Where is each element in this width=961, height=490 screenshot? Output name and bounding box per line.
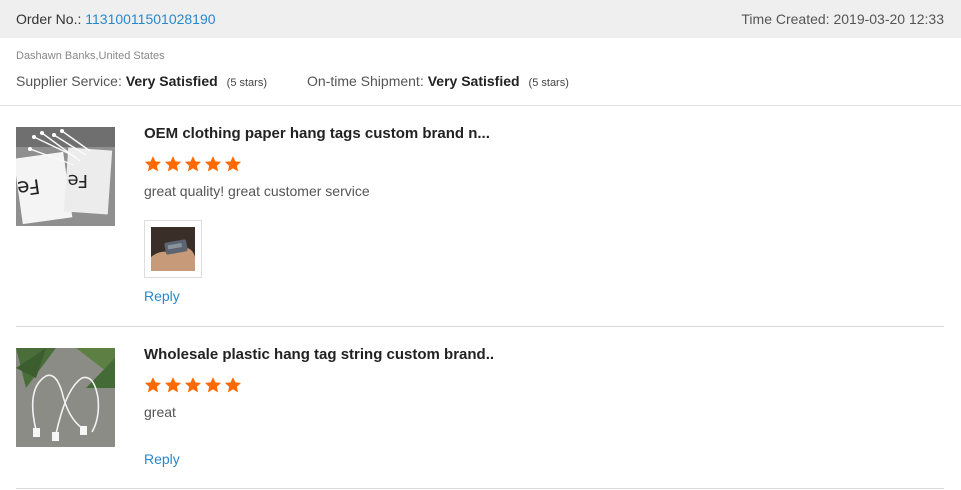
reply-link[interactable]: Reply: [144, 451, 180, 467]
on-time-shipment-value: Very Satisfied: [427, 73, 520, 89]
star-icon: [204, 156, 222, 172]
review-comment: great: [144, 404, 176, 420]
star-icon: [144, 156, 162, 172]
plastic-hang-tag-image: [16, 348, 115, 447]
product-thumbnail[interactable]: [16, 348, 115, 447]
section-divider: [0, 105, 961, 106]
star-icon: [184, 377, 202, 393]
star-icon: [164, 156, 182, 172]
star-icon: [164, 377, 182, 393]
review-comment: great quality! great customer service: [144, 183, 370, 199]
time-created: Time Created: 2019-03-20 12:33: [741, 11, 944, 27]
on-time-shipment-rating: On-time Shipment: Very Satisfied (5 star…: [307, 73, 569, 89]
svg-text:Fe: Fe: [68, 170, 88, 191]
review-divider: [16, 488, 944, 489]
star-icon: [204, 377, 222, 393]
review-star-rating: [144, 376, 242, 394]
on-time-shipment-stars: (5 stars): [528, 77, 569, 89]
order-number-label: Order No.:: [16, 11, 82, 27]
supplier-service-value: Very Satisfied: [125, 73, 218, 89]
review-star-rating: [144, 155, 242, 173]
paper-hang-tags-image: Fe Fe: [16, 127, 115, 226]
star-icon: [184, 156, 202, 172]
product-thumbnail[interactable]: Fe Fe: [16, 127, 115, 226]
review-divider: [16, 326, 944, 327]
supplier-ratings: Supplier Service: Very Satisfied (5 star…: [16, 73, 569, 89]
review-photo[interactable]: [144, 220, 202, 278]
on-time-shipment-label: On-time Shipment:: [307, 73, 424, 89]
buyer-name-location: Dashawn Banks,United States: [16, 50, 165, 62]
order-number-link[interactable]: 11310011501028190: [85, 11, 215, 27]
product-title[interactable]: Wholesale plastic hang tag string custom…: [144, 346, 494, 363]
order-header: Order No.: 11310011501028190 Time Create…: [0, 0, 961, 38]
star-icon: [144, 377, 162, 393]
svg-text:Fe: Fe: [16, 174, 42, 201]
star-icon: [224, 377, 242, 393]
supplier-service-label: Supplier Service:: [16, 73, 122, 89]
order-number-group: Order No.: 11310011501028190: [16, 11, 216, 27]
star-icon: [224, 156, 242, 172]
review-photo-image: [151, 227, 195, 271]
supplier-service-stars: (5 stars): [226, 77, 267, 89]
reply-link[interactable]: Reply: [144, 288, 180, 304]
product-title[interactable]: OEM clothing paper hang tags custom bran…: [144, 125, 490, 142]
supplier-service-rating: Supplier Service: Very Satisfied (5 star…: [16, 73, 267, 89]
